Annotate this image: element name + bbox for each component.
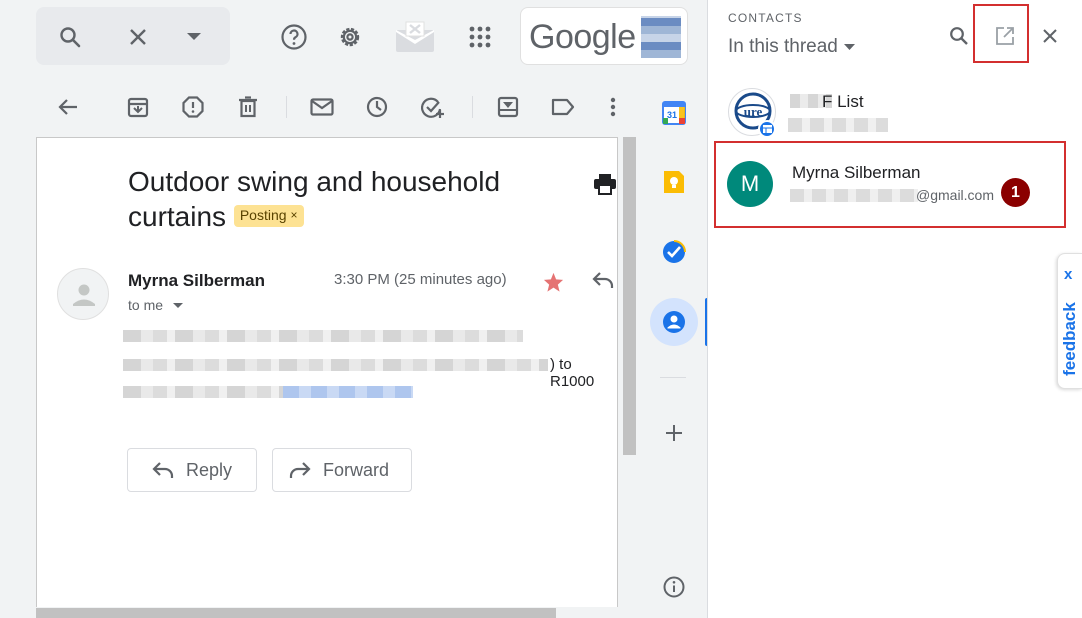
chevron-down-icon xyxy=(843,44,855,50)
contact-name: F List xyxy=(822,92,864,111)
recipient-details[interactable]: to me xyxy=(128,297,183,313)
feedback-label: feedback xyxy=(1060,302,1079,376)
caret-down-icon[interactable] xyxy=(174,17,214,57)
svg-text:ure: ure xyxy=(744,104,763,119)
mail-app-icon[interactable] xyxy=(394,20,436,54)
add-task-icon[interactable] xyxy=(413,87,453,127)
panel-title: CONTACTS xyxy=(728,11,803,25)
group-badge-icon xyxy=(758,120,776,138)
contact-email-redacted xyxy=(790,189,918,202)
logo-text: Google xyxy=(529,18,636,56)
snooze-icon[interactable] xyxy=(357,87,397,127)
contacts-icon[interactable] xyxy=(650,298,698,346)
calendar-day: 31 xyxy=(667,110,677,120)
label-chip[interactable]: Posting × xyxy=(233,204,304,227)
feedback-close-icon[interactable]: x xyxy=(1064,266,1072,283)
calendar-icon[interactable]: 31 xyxy=(650,89,698,137)
star-icon[interactable] xyxy=(543,272,564,292)
feedback-tab[interactable]: x feedback xyxy=(1057,253,1082,389)
body-text-redacted xyxy=(123,386,283,398)
gear-icon[interactable] xyxy=(330,17,370,57)
body-text-fragment: ) to R1000 xyxy=(550,356,595,390)
reply-arrow-icon[interactable] xyxy=(592,271,614,289)
account-avatar[interactable] xyxy=(641,16,681,58)
sender-name[interactable]: Myrna Silberman xyxy=(128,271,265,291)
body-text-redacted xyxy=(123,359,548,371)
reply-button[interactable]: Reply xyxy=(127,448,257,492)
contact-email-redacted xyxy=(788,118,888,132)
info-icon[interactable] xyxy=(650,563,698,611)
back-arrow-icon[interactable] xyxy=(48,87,88,127)
contact-item[interactable]: ure F List xyxy=(716,84,1076,140)
report-spam-icon[interactable] xyxy=(173,87,213,127)
rail-divider xyxy=(660,377,686,378)
google-logo[interactable]: Google xyxy=(520,7,688,65)
reply-label: Reply xyxy=(186,459,233,480)
add-icon[interactable] xyxy=(650,409,698,457)
vertical-scrollbar[interactable] xyxy=(623,137,636,455)
delete-icon[interactable] xyxy=(228,87,268,127)
contact-email: @gmail.com xyxy=(916,187,995,203)
step-badge: 1 xyxy=(1001,178,1030,207)
keep-icon[interactable] xyxy=(650,158,698,206)
mark-unread-icon[interactable] xyxy=(302,87,342,127)
body-link-redacted[interactable] xyxy=(283,386,413,398)
label-text: Posting xyxy=(239,207,287,224)
toolbar-divider xyxy=(472,96,473,118)
recipient-caret-icon[interactable] xyxy=(172,303,183,309)
message-time: 3:30 PM (25 minutes ago) xyxy=(334,271,507,288)
more-vert-icon[interactable] xyxy=(593,87,633,127)
search-icon[interactable] xyxy=(50,17,90,57)
toolbar-divider xyxy=(286,96,287,118)
tasks-icon[interactable] xyxy=(650,228,698,276)
thread-filter-dropdown[interactable]: In this thread xyxy=(728,36,855,58)
message-pane: Outdoor swing and household curtains Pos… xyxy=(36,137,618,607)
help-icon[interactable] xyxy=(274,17,314,57)
print-icon[interactable] xyxy=(590,164,617,204)
sender-avatar[interactable] xyxy=(57,268,109,320)
message-subject: Outdoor swing and household curtains Pos… xyxy=(128,164,548,234)
subject-text: Outdoor swing and household curtains xyxy=(128,166,501,232)
open-in-new-highlight xyxy=(973,4,1029,63)
label-remove-icon[interactable]: × xyxy=(291,198,298,233)
contact-avatar: M xyxy=(727,161,773,207)
body-text-redacted xyxy=(123,330,523,342)
panel-close-icon[interactable] xyxy=(1030,16,1070,56)
contact-name: Myrna Silberman xyxy=(792,163,921,182)
filter-label: In this thread xyxy=(728,36,838,57)
forward-label: Forward xyxy=(323,459,390,480)
forward-icon xyxy=(289,462,311,478)
reply-icon xyxy=(152,462,174,478)
label-icon[interactable] xyxy=(543,87,583,127)
archive-icon[interactable] xyxy=(118,87,158,127)
horizontal-scrollbar[interactable] xyxy=(36,608,556,618)
recipient-text: to me xyxy=(128,297,164,313)
close-icon[interactable] xyxy=(118,17,158,57)
apps-grid-icon[interactable] xyxy=(460,17,500,57)
move-to-icon[interactable] xyxy=(488,87,528,127)
forward-button[interactable]: Forward xyxy=(272,448,412,492)
